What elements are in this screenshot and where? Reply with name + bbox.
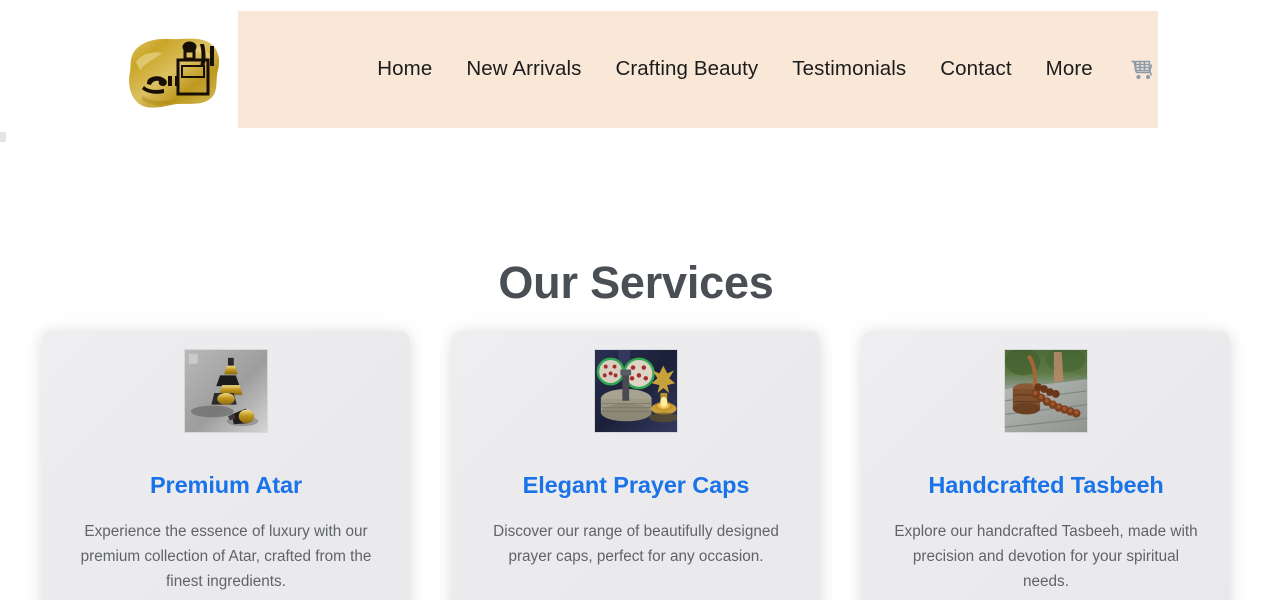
service-card-title: Handcrafted Tasbeeh	[928, 472, 1164, 498]
premium-atar-bottles-photo	[184, 349, 268, 433]
nav-item-contact[interactable]: Contact	[923, 59, 1028, 80]
page-root: Home New Arrivals Crafting Beauty Testim…	[0, 0, 1272, 600]
service-card-description: Discover our range of beautifully design…	[493, 522, 779, 565]
main-navigation: Home New Arrivals Crafting Beauty Testim…	[238, 11, 1158, 128]
site-logo[interactable]	[122, 26, 230, 118]
service-card-handcrafted-tasbeeh[interactable]: Handcrafted Tasbeeh Explore our handcraf…	[862, 331, 1230, 600]
handcrafted-tasbeeh-beads-photo	[1004, 349, 1088, 433]
services-section: Our Services Premium Atar Experience the…	[0, 140, 1272, 600]
service-card-elegant-prayer-caps[interactable]: Elegant Prayer Caps Discover our range o…	[452, 331, 820, 600]
site-header: Home New Arrivals Crafting Beauty Testim…	[0, 0, 1272, 140]
elegant-prayer-caps-photo	[594, 349, 678, 433]
cart-button[interactable]	[1110, 58, 1166, 82]
service-card-description: Experience the essence of luxury with ou…	[80, 522, 372, 590]
header-nav-band: Home New Arrivals Crafting Beauty Testim…	[238, 11, 1158, 128]
service-card-title: Elegant Prayer Caps	[522, 472, 750, 498]
nav-item-testimonials[interactable]: Testimonials	[775, 59, 923, 80]
service-card-title: Premium Atar	[149, 472, 303, 498]
perfume-bottle-gold-brush-logo	[129, 38, 220, 108]
nav-item-crafting-beauty[interactable]: Crafting Beauty	[598, 59, 775, 80]
service-card-premium-atar[interactable]: Premium Atar Experience the essence of l…	[42, 331, 410, 600]
services-title: Our Services	[498, 257, 774, 309]
nav-item-home[interactable]: Home	[360, 59, 449, 80]
nav-item-more[interactable]: More	[1029, 59, 1110, 80]
shopping-cart-icon	[1131, 60, 1152, 79]
service-card-description: Explore our handcrafted Tasbeeh, made wi…	[894, 522, 1198, 590]
services-cards-row: Premium Atar Experience the essence of l…	[0, 331, 1272, 600]
nav-item-new-arrivals[interactable]: New Arrivals	[449, 59, 598, 80]
